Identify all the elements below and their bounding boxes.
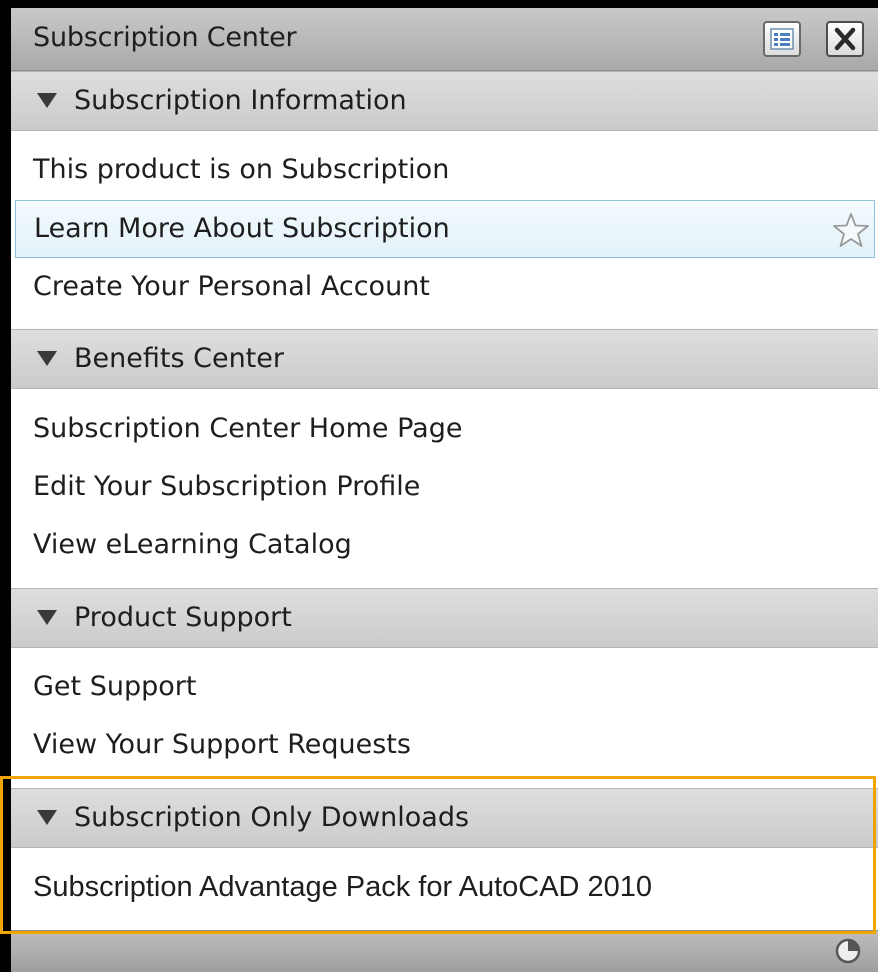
collapse-arrow-icon[interactable] [37, 93, 57, 108]
section-header-benefits-center[interactable]: Benefits Center [11, 329, 878, 389]
options-button[interactable] [763, 21, 801, 57]
collapse-arrow-icon[interactable] [37, 351, 57, 366]
section-label: Subscription Information [74, 85, 407, 116]
section-header-product-support[interactable]: Product Support [11, 588, 878, 648]
collapse-arrow-icon[interactable] [37, 810, 57, 825]
link-subscription-advantage-pack[interactable]: Subscription Advantage Pack for AutoCAD … [11, 858, 878, 916]
collapse-arrow-icon[interactable] [37, 610, 57, 625]
window-title: Subscription Center [33, 22, 297, 53]
section-label: Product Support [74, 602, 292, 633]
title-bar[interactable]: Subscription Center [11, 8, 878, 71]
list-item-label: Subscription Advantage Pack for AutoCAD … [33, 871, 653, 903]
list-item-label: Subscription Center Home Page [33, 413, 463, 444]
list-item-label: Get Support [33, 671, 197, 702]
list-item-label: View eLearning Catalog [33, 529, 352, 560]
link-get-support[interactable]: Get Support [11, 658, 878, 716]
link-product-on-subscription[interactable]: This product is on Subscription [11, 141, 878, 199]
link-view-elearning-catalog[interactable]: View eLearning Catalog [11, 516, 878, 574]
link-view-support-requests[interactable]: View Your Support Requests [11, 716, 878, 774]
section-header-subscription-information[interactable]: Subscription Information [11, 71, 878, 131]
close-button[interactable] [826, 21, 864, 57]
list-item-label: Edit Your Subscription Profile [33, 471, 421, 502]
link-learn-more-about-subscription[interactable]: Learn More About Subscription [15, 200, 875, 258]
list-item-label: Create Your Personal Account [33, 271, 430, 302]
link-edit-subscription-profile[interactable]: Edit Your Subscription Profile [11, 458, 878, 516]
section-header-subscription-only-downloads[interactable]: Subscription Only Downloads [11, 788, 878, 848]
link-subscription-center-home-page[interactable]: Subscription Center Home Page [11, 400, 878, 458]
resize-grip-icon[interactable] [831, 935, 865, 971]
list-item-label: Learn More About Subscription [34, 213, 450, 244]
panel-footer [11, 930, 878, 972]
section-label: Subscription Only Downloads [74, 802, 470, 833]
link-create-personal-account[interactable]: Create Your Personal Account [11, 258, 878, 316]
list-item-label: View Your Support Requests [33, 729, 411, 760]
section-label: Benefits Center [74, 343, 284, 374]
star-icon[interactable] [831, 211, 871, 253]
list-item-label: This product is on Subscription [33, 154, 450, 185]
subscription-center-panel: Subscription Center Subscription Informa… [11, 8, 878, 972]
